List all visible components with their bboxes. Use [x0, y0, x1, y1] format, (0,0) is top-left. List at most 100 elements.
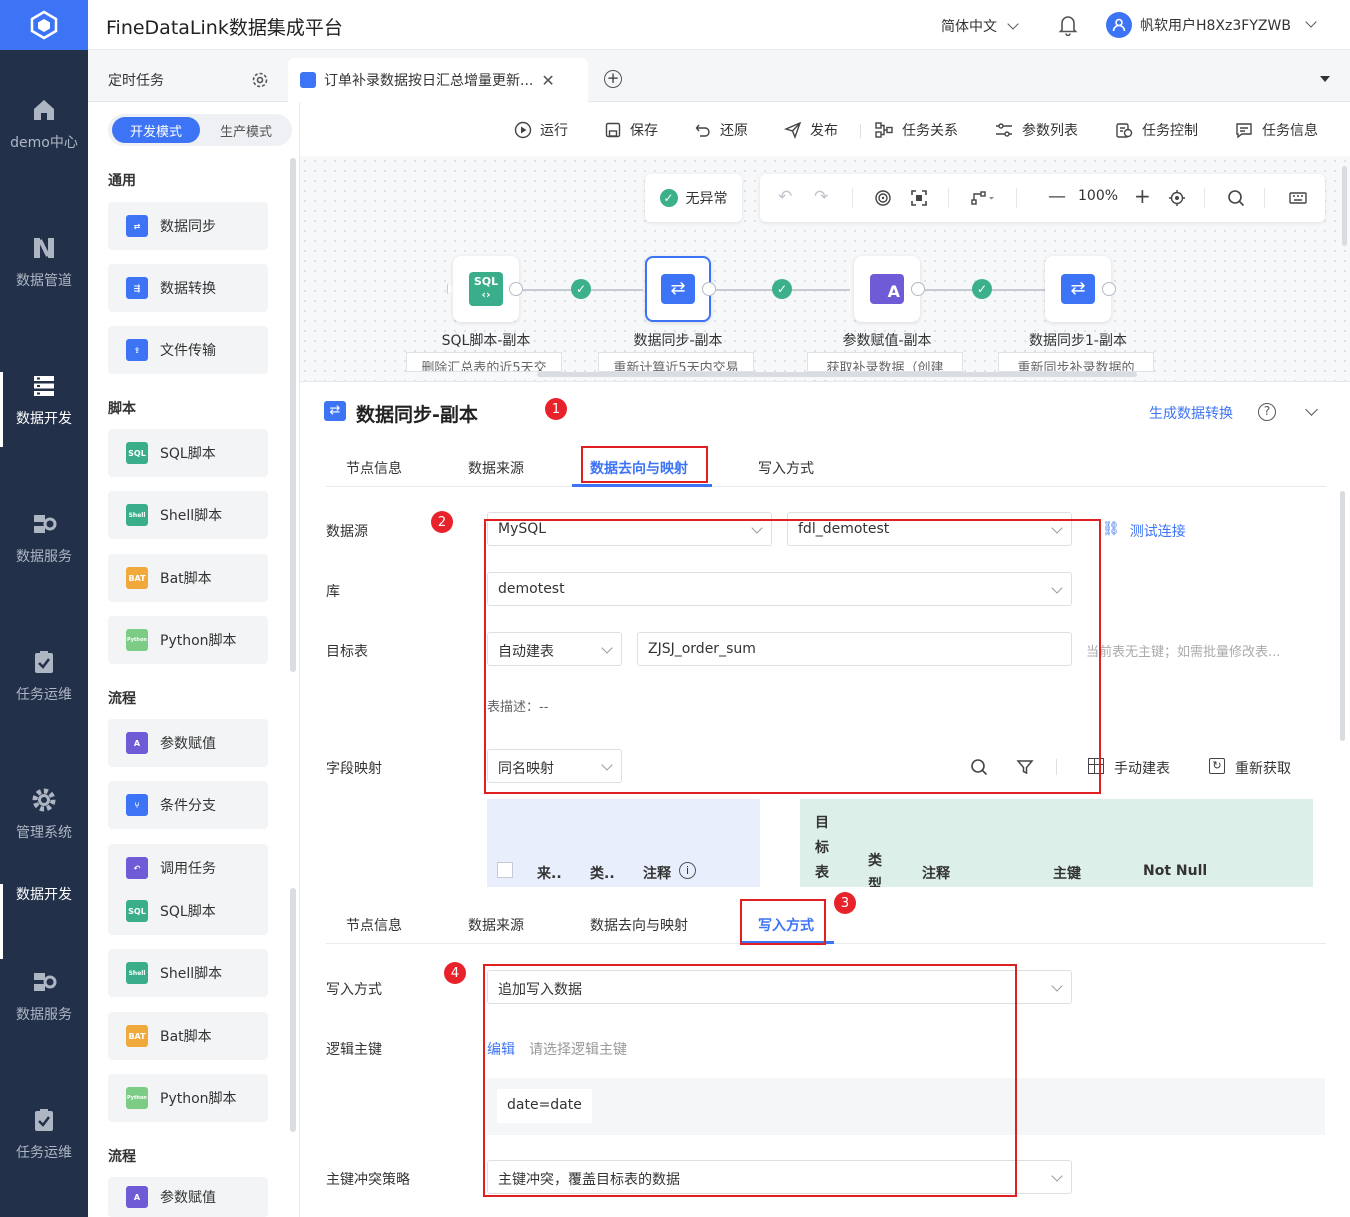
select-all-checkbox[interactable]: [497, 862, 513, 878]
publish-button[interactable]: 发布: [784, 120, 838, 140]
component-shell-script-2[interactable]: Shell Shell脚本: [108, 949, 268, 997]
language-selector[interactable]: 简体中文: [941, 16, 1020, 36]
panel-scrollbar-2[interactable]: [290, 888, 296, 1132]
tab-node-info[interactable]: 节点信息: [346, 915, 402, 935]
component-shell-script[interactable]: Shell Shell脚本: [108, 491, 268, 539]
detail-scrollbar[interactable]: [1340, 491, 1345, 741]
mapping-mode-select[interactable]: 同名映射: [487, 749, 622, 783]
zoom-out-icon[interactable]: —: [1048, 186, 1066, 207]
undo-icon[interactable]: ↶: [778, 187, 792, 207]
conflict-strategy-select[interactable]: 主键冲突，覆盖目标表的数据: [487, 1160, 1072, 1194]
filter-icon[interactable]: [1016, 758, 1034, 776]
nav-data-service[interactable]: 数据服务: [0, 510, 88, 566]
component-python-script-2[interactable]: Python Python脚本: [108, 1074, 268, 1122]
zoom-in-icon[interactable]: +: [1134, 184, 1151, 208]
search-icon[interactable]: [970, 758, 988, 776]
test-connection-link[interactable]: ⛓ 测试连接: [1102, 521, 1186, 541]
validation-status[interactable]: ✓ 无异常: [645, 174, 742, 222]
app-logo[interactable]: [0, 0, 88, 50]
component-sql-script-2[interactable]: SQL SQL脚本: [108, 887, 268, 935]
notification-bell-icon[interactable]: [1058, 14, 1078, 40]
nav-admin[interactable]: 管理系统: [0, 786, 88, 842]
generate-transform-link[interactable]: 生成数据转换: [1149, 403, 1233, 423]
nav-task-ops-2[interactable]: 任务运维: [0, 1106, 88, 1162]
shell-script-icon: Shell: [126, 504, 148, 526]
left-tab-header: 定时任务: [88, 50, 288, 102]
pk-chip[interactable]: date=date: [497, 1089, 592, 1123]
task-control-button[interactable]: 任务控制: [1114, 120, 1198, 140]
fingerprint-icon[interactable]: [874, 189, 892, 207]
tab-write-mode[interactable]: 写入方式: [758, 915, 814, 935]
node-output-port[interactable]: [509, 282, 523, 296]
add-tab-icon[interactable]: +: [604, 70, 622, 88]
settings-icon[interactable]: [250, 70, 270, 90]
component-sql-script[interactable]: SQL SQL脚本: [108, 429, 268, 477]
component-data-sync[interactable]: ⇄ 数据同步: [108, 202, 268, 250]
tab-data-target-mapping[interactable]: 数据去向与映射: [590, 915, 688, 935]
tab-data-target-mapping[interactable]: 数据去向与映射: [590, 458, 688, 478]
task-relation-button[interactable]: 任务关系: [874, 120, 958, 140]
database-select[interactable]: demotest: [487, 572, 1072, 606]
datasource-type-select[interactable]: MySQL: [487, 512, 772, 546]
target-table-input[interactable]: ZJSJ_order_sum: [637, 632, 1072, 666]
user-menu[interactable]: 帆软用户H8Xz3FYZWB: [1106, 12, 1317, 38]
node-output-port[interactable]: [702, 282, 716, 296]
node-output-port[interactable]: [911, 282, 925, 296]
data-sync-icon: ⇄: [1061, 274, 1095, 304]
tab-data-source[interactable]: 数据来源: [468, 458, 524, 478]
layout-icon[interactable]: [970, 189, 996, 207]
nav-task-ops[interactable]: 任务运维: [0, 648, 88, 704]
panel-scrollbar[interactable]: [290, 158, 296, 672]
target-mode-select[interactable]: 自动建表: [487, 632, 622, 666]
flow-canvas[interactable]: ✓ 无异常 ↶ ↷ — 100% + SQL ‹› ✓ ⇄ ✓ A ✓ ⇄ SQ…: [300, 156, 1350, 381]
component-bat-script[interactable]: BAT Bat脚本: [108, 554, 268, 602]
redo-icon[interactable]: ↷: [814, 187, 828, 207]
nav-data-pipeline[interactable]: 数据管道: [0, 234, 88, 290]
canvas-scrollbar[interactable]: [1342, 166, 1347, 246]
locate-icon[interactable]: [1168, 189, 1186, 207]
write-mode-select[interactable]: 追加写入数据: [487, 970, 1072, 1004]
component-invoke-task[interactable]: ↶ 调用任务: [108, 844, 268, 892]
info-icon[interactable]: i: [679, 862, 696, 879]
prod-mode-button[interactable]: 生产模式: [204, 117, 288, 143]
caret-down-icon[interactable]: [1320, 76, 1330, 82]
manual-create-button[interactable]: 手动建表: [1088, 758, 1170, 778]
nav-demo-center[interactable]: demo中心: [0, 96, 88, 152]
component-file-transfer[interactable]: ⇪ 文件传输: [108, 326, 268, 374]
restore-button[interactable]: 还原: [694, 120, 748, 140]
canvas-h-scrollbar[interactable]: [537, 372, 1137, 377]
close-icon[interactable]: ✕: [541, 71, 554, 90]
task-tab-icon: [300, 72, 316, 88]
nav-data-service-2[interactable]: 数据服务: [0, 968, 88, 1024]
task-info-button[interactable]: 任务信息: [1234, 120, 1318, 140]
fit-view-icon[interactable]: [910, 189, 928, 207]
keyboard-icon[interactable]: [1289, 190, 1307, 206]
collapse-chevron-icon[interactable]: [1305, 403, 1318, 416]
param-list-button[interactable]: 参数列表: [994, 120, 1078, 140]
component-bat-script-2[interactable]: BAT Bat脚本: [108, 1012, 268, 1060]
nav-data-development[interactable]: 数据开发: [0, 372, 88, 447]
help-icon[interactable]: ?: [1258, 403, 1276, 421]
task-tab[interactable]: 订单补录数据按日汇总增量更新... ✕: [288, 58, 588, 102]
tab-node-info[interactable]: 节点信息: [346, 458, 402, 478]
component-python-script[interactable]: Python Python脚本: [108, 616, 268, 664]
node-output-port[interactable]: [1102, 282, 1116, 296]
search-icon[interactable]: [1227, 189, 1245, 207]
datasource-connection-select[interactable]: fdl_demotest: [787, 512, 1072, 546]
component-param-assign-2[interactable]: A 参数赋值: [108, 1177, 268, 1217]
component-param-assign[interactable]: A 参数赋值: [108, 719, 268, 767]
component-data-transform[interactable]: ⇶ 数据转换: [108, 264, 268, 312]
save-button[interactable]: 保存: [604, 120, 658, 140]
refetch-button[interactable]: ↻ 重新获取: [1209, 758, 1291, 778]
component-condition-branch[interactable]: ⑂ 条件分支: [108, 781, 268, 829]
tab-data-source[interactable]: 数据来源: [468, 915, 524, 935]
edit-pk-link[interactable]: 编辑: [487, 1039, 515, 1059]
nav-data-development-2[interactable]: 数据开发: [0, 884, 88, 959]
dev-mode-button[interactable]: 开发模式: [112, 117, 200, 143]
mode-switch[interactable]: 开发模式 生产模式: [108, 114, 292, 146]
component-label: Python脚本: [160, 1091, 237, 1107]
run-button[interactable]: 运行: [514, 120, 568, 140]
scheduled-task-tab[interactable]: 定时任务: [108, 70, 164, 90]
tab-write-mode[interactable]: 写入方式: [758, 458, 814, 478]
python-script-icon: Python: [126, 629, 148, 651]
